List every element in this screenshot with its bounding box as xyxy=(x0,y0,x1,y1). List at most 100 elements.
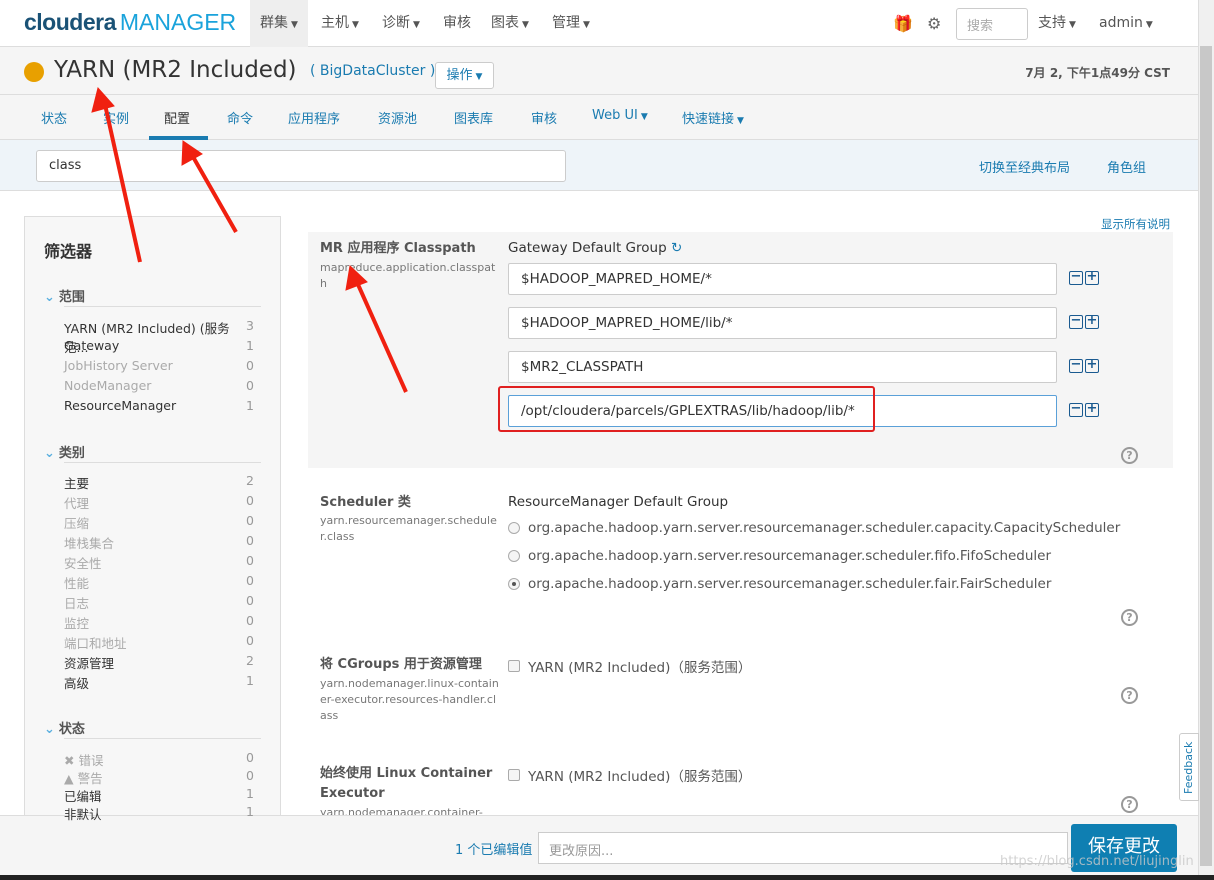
tab-status[interactable]: 状态 xyxy=(41,108,67,127)
change-reason-input[interactable]: 更改原因... xyxy=(538,832,1068,864)
tab-web-ui[interactable]: Web UI ▼ xyxy=(592,108,648,123)
edited-count-link[interactable]: 1 个已编辑值 xyxy=(455,839,532,858)
cgroups-checkbox[interactable]: YARN (MR2 Included)（服务范围） xyxy=(508,656,751,676)
tab-applications[interactable]: 应用程序 xyxy=(288,108,340,127)
config-search-input[interactable]: class xyxy=(36,150,566,182)
nav-cluster[interactable]: 群集 ▼ xyxy=(250,0,308,47)
chevron-down-icon: ⌄ xyxy=(44,446,55,461)
property-label: Scheduler 类 xyxy=(320,495,411,510)
add-row-icon[interactable]: + xyxy=(1085,402,1099,417)
help-icon[interactable]: ? xyxy=(1121,796,1138,813)
property-label: 将 CGroups 用于资源管理 xyxy=(320,657,482,672)
filter-item[interactable]: Gateway 1 xyxy=(64,338,254,353)
scrollbar-thumb[interactable] xyxy=(1200,46,1212,866)
nav-diagnostics[interactable]: 诊断 ▼ xyxy=(372,0,430,47)
filter-section-category[interactable]: ⌄ 类别 xyxy=(44,442,85,461)
caret-down-icon: ▼ xyxy=(1069,20,1076,30)
watermark: https://blog.csdn.net/liujinglin xyxy=(1000,854,1194,869)
tab-configuration[interactable]: 配置 xyxy=(164,108,190,127)
scheduler-option[interactable]: org.apache.hadoop.yarn.server.resourcema… xyxy=(508,576,1051,592)
filter-item[interactable]: 主要 2 xyxy=(64,473,254,492)
help-icon[interactable]: ? xyxy=(1121,447,1138,464)
filter-item[interactable]: 性能 0 xyxy=(64,573,254,592)
running-commands-icon[interactable]: ⚙ xyxy=(927,14,941,33)
filter-item[interactable]: 资源管理 2 xyxy=(64,653,254,672)
sidebar-title: 筛选器 xyxy=(44,242,93,261)
page-title: YARN (MR2 Included) xyxy=(54,57,297,83)
classpath-value-input[interactable]: $MR2_CLASSPATH xyxy=(508,351,1057,383)
checkbox[interactable] xyxy=(508,769,520,781)
nav-hosts[interactable]: 主机 ▼ xyxy=(311,0,369,47)
filter-item[interactable]: ResourceManager 1 xyxy=(64,398,254,413)
caret-down-icon: ▼ xyxy=(413,20,420,30)
show-all-descriptions-link[interactable]: 显示所有说明 xyxy=(1101,216,1170,232)
gift-icon[interactable]: 🎁 xyxy=(893,14,913,33)
filter-section-scope[interactable]: ⌄ 范围 xyxy=(44,286,85,305)
nav-audit[interactable]: 审核 xyxy=(433,0,481,47)
add-row-icon[interactable]: + xyxy=(1085,358,1099,373)
tab-commands[interactable]: 命令 xyxy=(227,108,253,127)
property-label: MR 应用程序 Classpath xyxy=(320,241,476,256)
filter-item[interactable]: ✖ 错误 0 xyxy=(64,750,254,769)
chevron-down-icon: ⌄ xyxy=(44,722,55,737)
chevron-down-icon: ⌄ xyxy=(44,290,55,305)
taskbar xyxy=(0,875,1214,880)
role-groups-link[interactable]: 角色组 xyxy=(1107,157,1146,176)
filter-item[interactable]: 堆栈集合 0 xyxy=(64,533,254,552)
filter-item[interactable]: 日志 0 xyxy=(64,593,254,612)
filter-item[interactable]: 非默认 1 xyxy=(64,804,254,823)
classpath-value-input[interactable]: $HADOOP_MAPRED_HOME/* xyxy=(508,263,1057,295)
help-icon[interactable]: ? xyxy=(1121,687,1138,704)
add-row-icon[interactable]: + xyxy=(1085,270,1099,285)
filter-item[interactable]: 压缩 0 xyxy=(64,513,254,532)
remove-row-icon[interactable]: − xyxy=(1069,358,1083,373)
radio-button[interactable] xyxy=(508,522,520,534)
caret-down-icon: ▼ xyxy=(1145,20,1153,30)
nav-support[interactable]: 支持 ▼ xyxy=(1028,0,1086,47)
filter-item[interactable]: 安全性 0 xyxy=(64,553,254,572)
global-search-input[interactable]: 搜索 xyxy=(956,8,1028,40)
scheduler-option[interactable]: org.apache.hadoop.yarn.server.resourcema… xyxy=(508,548,1051,564)
filter-item[interactable]: NodeManager 0 xyxy=(64,378,254,393)
divider xyxy=(64,462,261,463)
nav-user[interactable]: admin ▼ xyxy=(1089,0,1163,47)
nav-admin[interactable]: 管理 ▼ xyxy=(542,0,600,47)
tab-resource-pools[interactable]: 资源池 xyxy=(378,108,417,127)
filter-section-status[interactable]: ⌄ 状态 xyxy=(44,718,85,737)
checkbox[interactable] xyxy=(508,660,520,672)
tab-audit[interactable]: 审核 xyxy=(531,108,557,127)
tab-instances[interactable]: 实例 xyxy=(103,108,129,127)
row-controls: − + xyxy=(1069,358,1099,373)
cluster-link[interactable]: ( BigDataCluster ) xyxy=(310,63,435,79)
remove-row-icon[interactable]: − xyxy=(1069,314,1083,329)
filter-item[interactable]: 已编辑 1 xyxy=(64,786,254,805)
remove-row-icon[interactable]: − xyxy=(1069,270,1083,285)
cloudera-logo[interactable]: cloudera MANAGER xyxy=(24,9,236,36)
help-icon[interactable]: ? xyxy=(1121,609,1138,626)
group-label: Gateway Default Group ↻ xyxy=(508,240,683,256)
filter-item[interactable]: JobHistory Server 0 xyxy=(64,358,254,373)
filter-item[interactable]: ▲ 警告 0 xyxy=(64,768,254,787)
filter-item[interactable]: 代理 0 xyxy=(64,493,254,512)
filter-item[interactable]: 监控 0 xyxy=(64,613,254,632)
filter-item[interactable]: 高级 1 xyxy=(64,673,254,692)
radio-button[interactable] xyxy=(508,578,520,590)
lce-checkbox[interactable]: YARN (MR2 Included)（服务范围） xyxy=(508,765,751,785)
caret-down-icon: ▼ xyxy=(583,20,590,30)
switch-classic-layout-link[interactable]: 切换至经典布局 xyxy=(979,157,1070,176)
tab-chart-library[interactable]: 图表库 xyxy=(454,108,493,127)
nav-charts[interactable]: 图表 ▼ xyxy=(481,0,539,47)
reset-icon[interactable]: ↻ xyxy=(671,240,682,256)
radio-button[interactable] xyxy=(508,550,520,562)
row-controls: − + xyxy=(1069,270,1099,285)
classpath-value-input[interactable]: $HADOOP_MAPRED_HOME/lib/* xyxy=(508,307,1057,339)
actions-button[interactable]: 操作 ▼ xyxy=(435,62,494,89)
logo-text: cloudera xyxy=(24,9,116,35)
feedback-button[interactable]: Feedback xyxy=(1179,733,1199,801)
add-row-icon[interactable]: + xyxy=(1085,314,1099,329)
timestamp: 7月 2, 下午1点49分 CST xyxy=(1025,66,1170,80)
remove-row-icon[interactable]: − xyxy=(1069,402,1083,417)
filter-item[interactable]: 端口和地址 0 xyxy=(64,633,254,652)
scheduler-option[interactable]: org.apache.hadoop.yarn.server.resourcema… xyxy=(508,520,1120,536)
tab-quick-links[interactable]: 快速链接 ▼ xyxy=(682,108,744,127)
